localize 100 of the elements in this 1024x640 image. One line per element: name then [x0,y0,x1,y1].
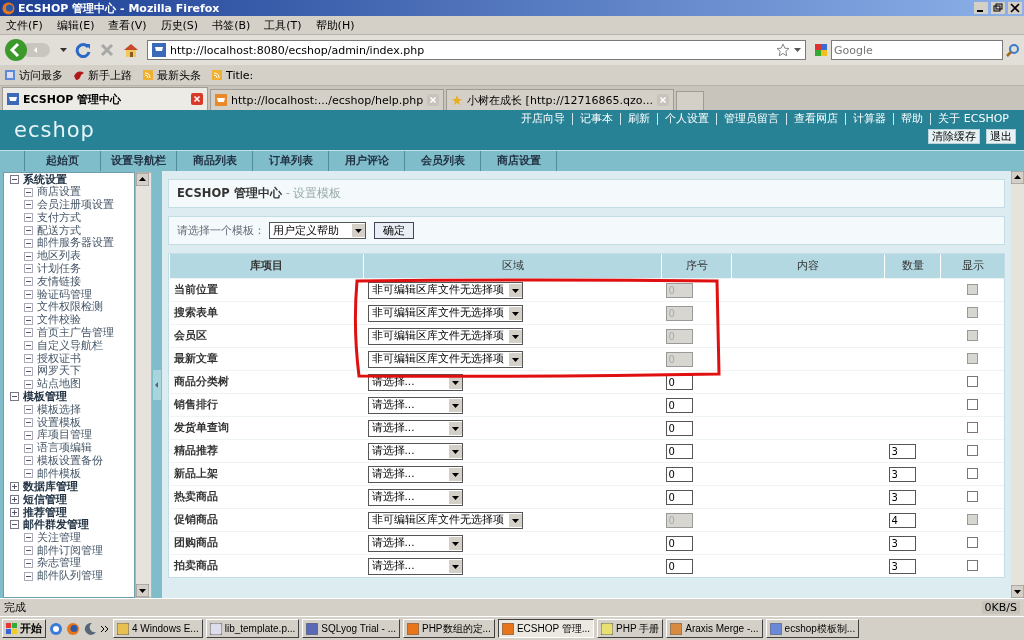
quantity-input[interactable]: 3 [888,443,916,459]
reload-icon[interactable] [75,42,91,58]
dropdown-icon[interactable] [794,47,801,53]
expand-icon[interactable] [10,494,19,504]
collapse-icon[interactable] [24,379,33,389]
start-button[interactable]: 开始 [2,619,46,638]
menu-item[interactable]: 工具(T) [264,17,302,33]
region-select[interactable]: 请选择... [367,419,463,437]
region-select[interactable]: 请选择... [367,534,463,552]
region-select[interactable]: 请选择... [367,557,463,575]
collapse-icon[interactable] [24,226,33,236]
bookmark-item[interactable]: 访问最多 [4,67,63,83]
region-select[interactable]: 非可编辑区库文件无选择项 [367,327,523,345]
dropdown-icon[interactable] [60,47,67,53]
tree-item[interactable]: 网罗天下 [4,364,134,378]
collapse-icon[interactable] [10,520,19,530]
scrollbar[interactable] [1011,171,1024,598]
tree-item[interactable]: 邮件模板 [4,467,134,481]
browser-tab[interactable]: ECSHOP 管理中心 [2,87,208,110]
tree-item[interactable]: 支付方式 [4,211,134,225]
tree-item[interactable]: 站点地图 [4,377,134,391]
collapse-icon[interactable] [24,264,33,274]
tree-item[interactable]: 邮件队列管理 [4,569,134,583]
collapse-icon[interactable] [24,571,33,581]
browser-tab[interactable]: 小树在成长 [http://12716865.qzo... [446,89,674,110]
tree-item[interactable]: 授权证书 [4,352,134,365]
collapse-icon[interactable] [24,277,33,287]
checkbox[interactable] [966,444,978,456]
tree-item[interactable]: 邮件订阅管理 [4,544,134,557]
collapse-icon[interactable] [24,302,33,312]
region-select[interactable]: 非可编辑区库文件无选择项 [367,511,523,529]
tree-item[interactable]: 友情链接 [4,275,134,289]
restore-icon[interactable] [991,2,1005,14]
tree-group[interactable]: 模板管理 [4,390,134,404]
region-select[interactable]: 非可编辑区库文件无选择项 [367,304,523,322]
collapse-icon[interactable] [24,533,33,543]
tree-item[interactable]: 设置模板 [4,416,134,429]
collapse-icon[interactable] [24,405,33,415]
checkbox[interactable] [966,467,978,479]
order-input[interactable]: 0 [665,558,693,574]
header-link[interactable]: 个人设置 [657,113,717,125]
minimize-icon[interactable] [974,2,988,14]
menu-item[interactable]: 帮助(H) [315,17,355,33]
header-link[interactable]: 开店向导 [514,113,573,125]
collapse-icon[interactable] [24,430,33,440]
collapse-icon[interactable] [24,443,33,453]
home-icon[interactable] [123,42,139,58]
scroll-up-icon[interactable] [1011,171,1024,184]
checkbox[interactable] [966,559,978,571]
collapse-icon[interactable] [24,418,33,428]
collapse-icon[interactable] [24,187,33,197]
tree-item[interactable]: 邮件服务器设置 [4,237,134,250]
checkbox[interactable] [966,536,978,548]
collapse-icon[interactable] [24,558,33,568]
collapse-icon[interactable] [24,341,33,351]
firefox-icon[interactable] [66,621,80,636]
region-select[interactable]: 请选择... [367,396,463,414]
bookmark-item[interactable]: 新手上路 [73,67,132,83]
tree-item[interactable]: 语言项编辑 [4,441,134,455]
header-link[interactable]: 记事本 [572,113,621,125]
tree-item[interactable]: 会员注册项设置 [4,198,134,212]
quantity-input[interactable]: 3 [888,558,916,574]
taskbar-button[interactable]: Araxis Merge -... [666,619,763,638]
collapse-icon[interactable] [24,315,33,325]
header-link[interactable]: 计算器 [845,113,894,125]
header-link[interactable]: 关于 ECSHOP [930,113,1016,125]
tree-item[interactable]: 商店设置 [4,185,134,199]
search-field[interactable]: Google [831,40,1003,60]
checkbox[interactable] [966,398,978,410]
header-link[interactable]: 查看网店 [786,113,846,125]
taskbar-button[interactable]: SQLyog Trial - ... [302,619,400,638]
menu-item[interactable]: 书签(B) [212,17,251,33]
star-icon[interactable] [776,43,790,57]
header-link[interactable]: 帮助 [893,113,931,125]
moon-icon[interactable] [83,621,97,636]
order-input[interactable]: 0 [665,420,693,436]
collapse-icon[interactable] [24,328,33,338]
collapse-icon[interactable] [24,354,33,364]
expand-icon[interactable] [10,482,19,491]
header-link[interactable]: 刷新 [620,113,658,125]
quantity-input[interactable]: 3 [888,535,916,551]
tree-group[interactable]: 系统设置 [4,173,134,186]
checkbox[interactable] [966,329,978,341]
collapse-icon[interactable] [24,251,33,261]
back-icon[interactable] [4,38,52,62]
tree-item[interactable]: 关注管理 [4,531,134,545]
tree-item[interactable]: 模板设置备份 [4,454,134,468]
order-input[interactable]: 0 [665,466,693,482]
tree-item[interactable]: 地区列表 [4,249,134,263]
menu-item[interactable]: 编辑(E) [56,17,95,33]
taskbar-button[interactable]: lib_template.p... [205,619,300,638]
address-bar[interactable]: http://localhost:8080/ecshop/admin/index.php [147,40,806,60]
tree-item[interactable]: 计划任务 [4,262,134,276]
quantity-input[interactable]: 3 [888,466,916,482]
order-input[interactable]: 0 [665,489,693,505]
quantity-input[interactable]: 3 [888,489,916,505]
search-icon[interactable] [1006,43,1020,57]
bookmark-item[interactable]: Title: [211,68,254,82]
confirm-button[interactable]: 确定 [374,222,414,239]
collapse-icon[interactable] [24,213,33,223]
